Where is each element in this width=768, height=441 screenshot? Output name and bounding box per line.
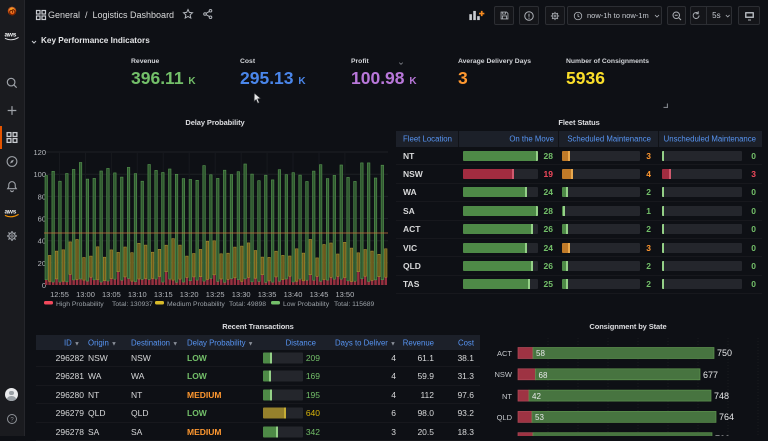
svg-text:NSW: NSW (495, 370, 513, 379)
svg-text:Low Probability: Low Probability (283, 301, 330, 308)
svg-text:NT: NT (502, 392, 512, 401)
svg-text:ACT: ACT (497, 349, 512, 358)
svg-text:13:25: 13:25 (206, 290, 225, 299)
svg-text:13:40: 13:40 (284, 290, 303, 299)
svg-text:13:00: 13:00 (76, 290, 95, 299)
svg-text:13:30: 13:30 (232, 290, 251, 299)
svg-text:Medium Probability: Medium Probability (167, 301, 225, 308)
svg-text:42: 42 (532, 392, 541, 401)
svg-text:68: 68 (539, 371, 548, 380)
svg-text:Total: 130937: Total: 130937 (112, 301, 153, 308)
svg-text:58: 58 (536, 349, 545, 358)
svg-text:13:05: 13:05 (102, 290, 121, 299)
svg-text:High Probability: High Probability (56, 301, 104, 308)
svg-text:100: 100 (33, 170, 46, 179)
svg-text:12:55: 12:55 (50, 290, 69, 299)
svg-text:13:10: 13:10 (128, 290, 147, 299)
svg-text:120: 120 (33, 148, 46, 157)
svg-text:13:20: 13:20 (180, 290, 199, 299)
svg-text:53: 53 (535, 413, 544, 422)
svg-text:764: 764 (719, 412, 734, 422)
svg-text:13:50: 13:50 (336, 290, 355, 299)
svg-text:QLD: QLD (497, 413, 513, 422)
svg-text:750: 750 (717, 348, 732, 358)
svg-text:13:45: 13:45 (310, 290, 329, 299)
svg-text:677: 677 (703, 370, 718, 380)
svg-text:13:35: 13:35 (258, 290, 277, 299)
svg-text:13:15: 13:15 (154, 290, 173, 299)
svg-text:Total: 115689: Total: 115689 (334, 301, 375, 308)
svg-text:748: 748 (714, 391, 729, 401)
svg-text:Total: 49898: Total: 49898 (229, 301, 266, 308)
